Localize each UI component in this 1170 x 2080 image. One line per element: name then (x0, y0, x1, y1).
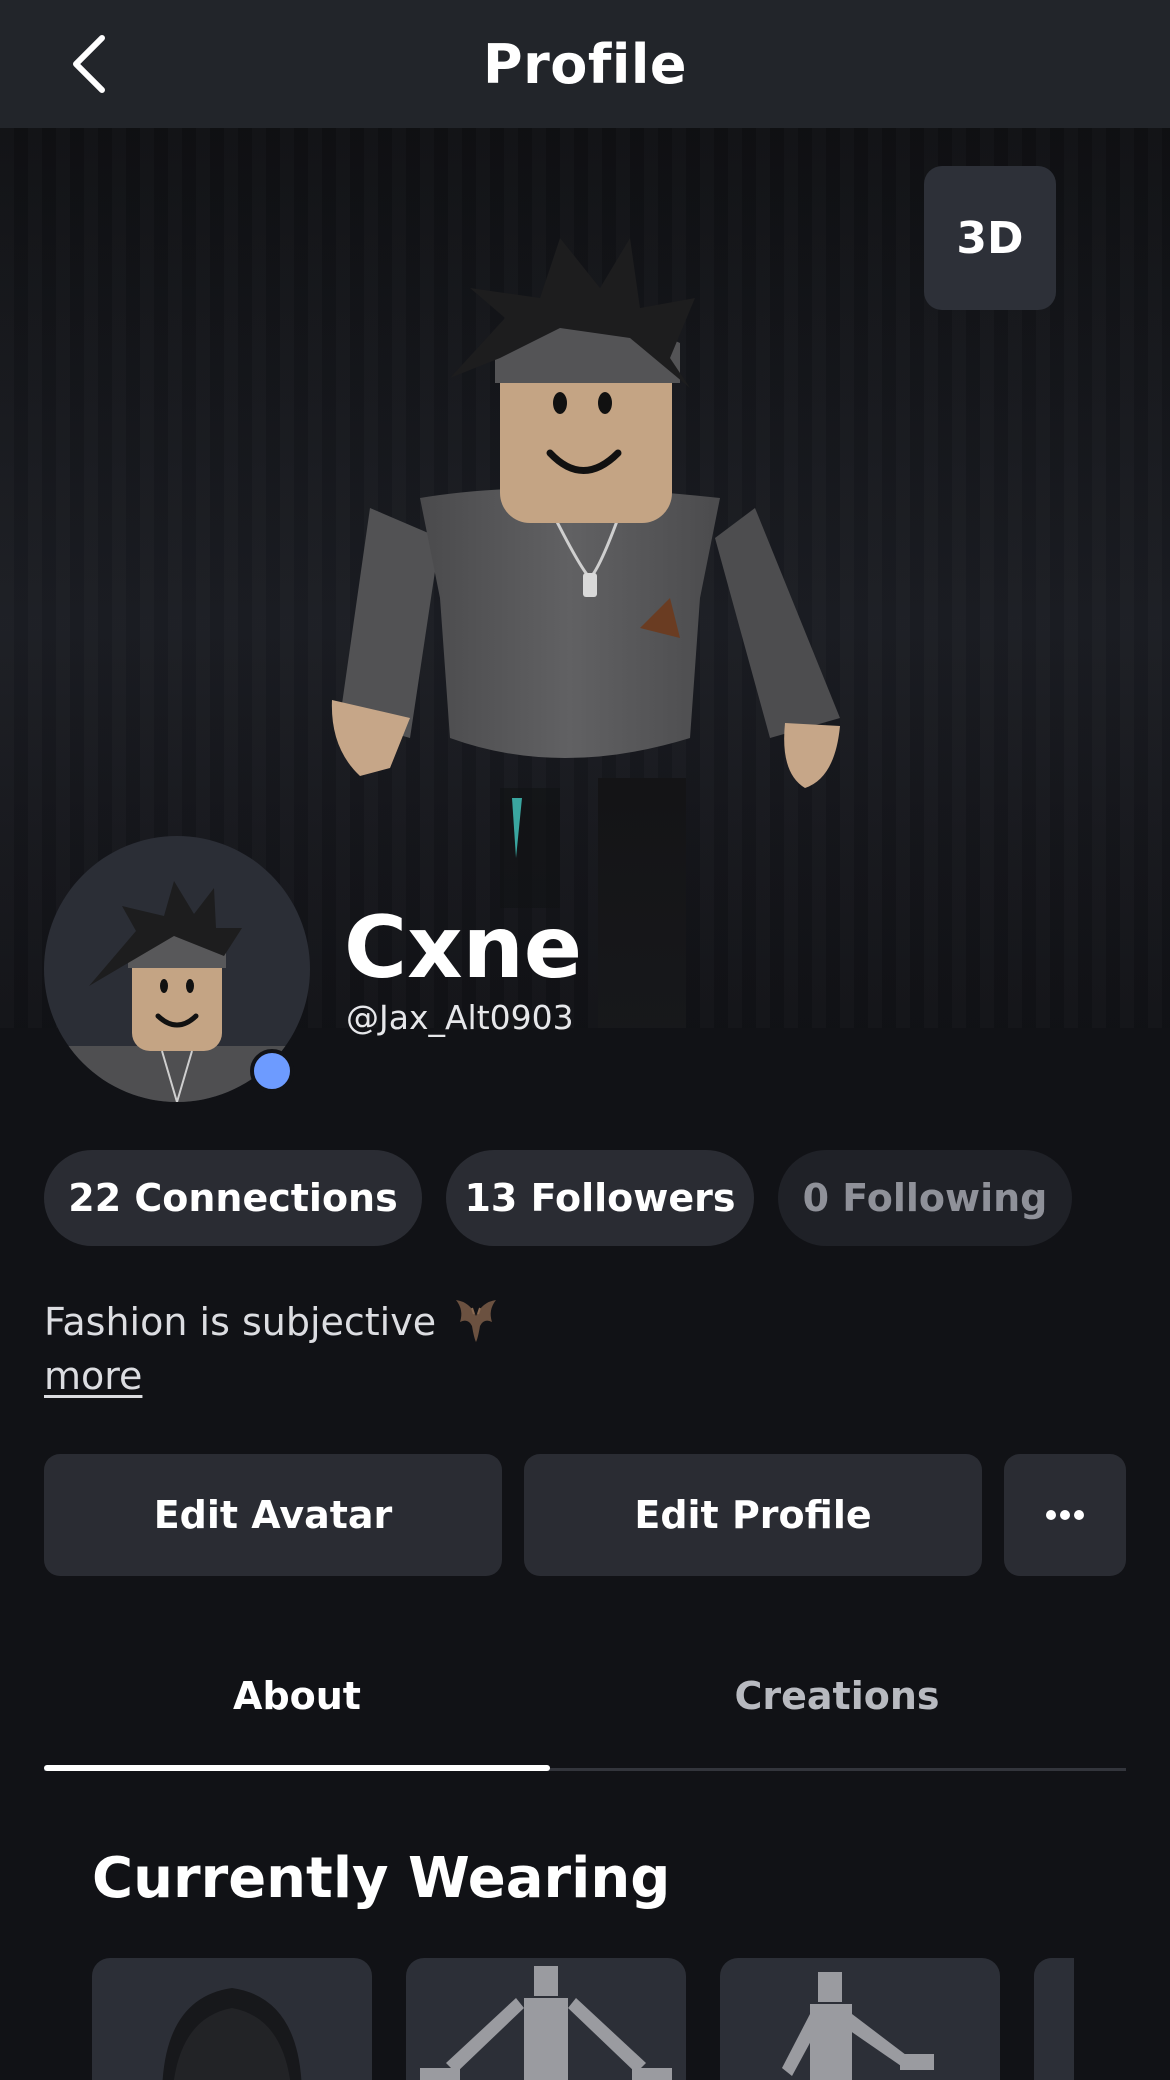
view-3d-button[interactable]: 3D (924, 166, 1056, 310)
wearing-item[interactable] (92, 1958, 372, 2080)
connections-pill[interactable]: 22 Connections (44, 1150, 422, 1246)
top-bar: Profile (0, 0, 1170, 128)
bio-more-link[interactable]: more (44, 1354, 142, 1398)
tab-creations[interactable]: Creations (584, 1656, 1090, 1736)
item-icon (1034, 1958, 1074, 2080)
page-title: Profile (483, 32, 687, 96)
more-options-button[interactable] (1004, 1454, 1126, 1576)
following-pill[interactable]: 0 Following (778, 1150, 1072, 1246)
username: @Jax_Alt0903 (346, 998, 574, 1037)
followers-pill[interactable]: 13 Followers (446, 1150, 754, 1246)
wearing-item[interactable] (1034, 1958, 1074, 2080)
bio-text: Fashion is subjective (44, 1300, 437, 1344)
bat-icon (456, 1300, 497, 1342)
currently-wearing-title: Currently Wearing (92, 1846, 671, 1911)
active-tab-indicator (44, 1765, 550, 1771)
bio: Fashion is subjective (44, 1296, 502, 1348)
back-button[interactable] (58, 30, 118, 98)
wearing-item[interactable] (406, 1958, 686, 2080)
edit-profile-button[interactable]: Edit Profile (524, 1454, 982, 1576)
online-status-indicator (250, 1049, 294, 1093)
animation-pose-icon (420, 1966, 672, 2080)
profile-page: Profile 3D Cxne @Jax_Alt0903 22 Connecti… (0, 0, 1170, 2080)
wearing-item[interactable] (720, 1958, 1000, 2080)
tab-about[interactable]: About (44, 1656, 550, 1736)
edit-avatar-button[interactable]: Edit Avatar (44, 1454, 502, 1576)
hair-accessory-icon (162, 1988, 302, 2080)
animation-walk-icon (782, 1972, 934, 2080)
ellipsis-icon (1046, 1510, 1084, 1520)
chevron-left-icon (73, 35, 105, 93)
display-name: Cxne (344, 898, 583, 998)
